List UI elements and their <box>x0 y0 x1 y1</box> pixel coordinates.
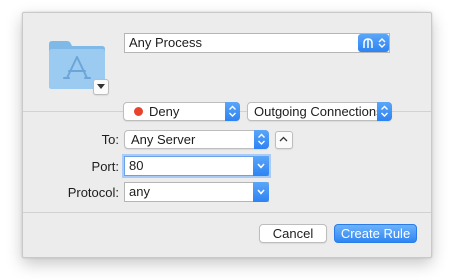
server-popup[interactable]: Any Server <box>124 130 269 149</box>
app-menu-button[interactable] <box>93 79 109 95</box>
create-rule-button[interactable]: Create Rule <box>334 224 417 243</box>
updown-arrows-icon <box>254 130 269 149</box>
port-value: 80 <box>129 158 144 173</box>
chevron-up-icon <box>279 136 288 142</box>
protocol-combo[interactable]: any <box>124 182 269 202</box>
server-value: Any Server <box>131 132 196 147</box>
separator <box>23 212 431 213</box>
to-label: To: <box>101 132 119 147</box>
new-rule-dialog: Any Process Deny Outgoing Connections To… <box>22 12 432 258</box>
updown-arrows-icon <box>225 102 240 121</box>
direction-value: Outgoing Connections <box>254 104 383 119</box>
port-combo[interactable]: 80 <box>124 156 269 176</box>
chevron-down-icon <box>97 84 105 89</box>
updown-arrows-icon <box>377 102 392 121</box>
protocol-value: any <box>129 184 150 199</box>
chevron-down-icon[interactable] <box>253 182 269 202</box>
direction-popup[interactable]: Outgoing Connections <box>247 102 392 121</box>
protocol-label: Protocol: <box>67 185 119 200</box>
deny-status-icon <box>134 107 143 116</box>
action-value: Deny <box>149 104 180 119</box>
action-popup[interactable]: Deny <box>123 102 240 121</box>
updown-arrows-icon <box>378 38 386 48</box>
process-section: Any Process <box>23 13 431 113</box>
process-field-value: Any Process <box>129 35 202 50</box>
process-chooser-icon <box>363 38 373 48</box>
collapse-options-button[interactable] <box>275 131 293 149</box>
port-label: Port: <box>91 159 119 174</box>
cancel-button[interactable]: Cancel <box>259 224 327 243</box>
chevron-down-icon[interactable] <box>253 156 269 176</box>
process-chooser-button[interactable] <box>358 34 389 52</box>
process-field[interactable]: Any Process <box>124 33 390 53</box>
